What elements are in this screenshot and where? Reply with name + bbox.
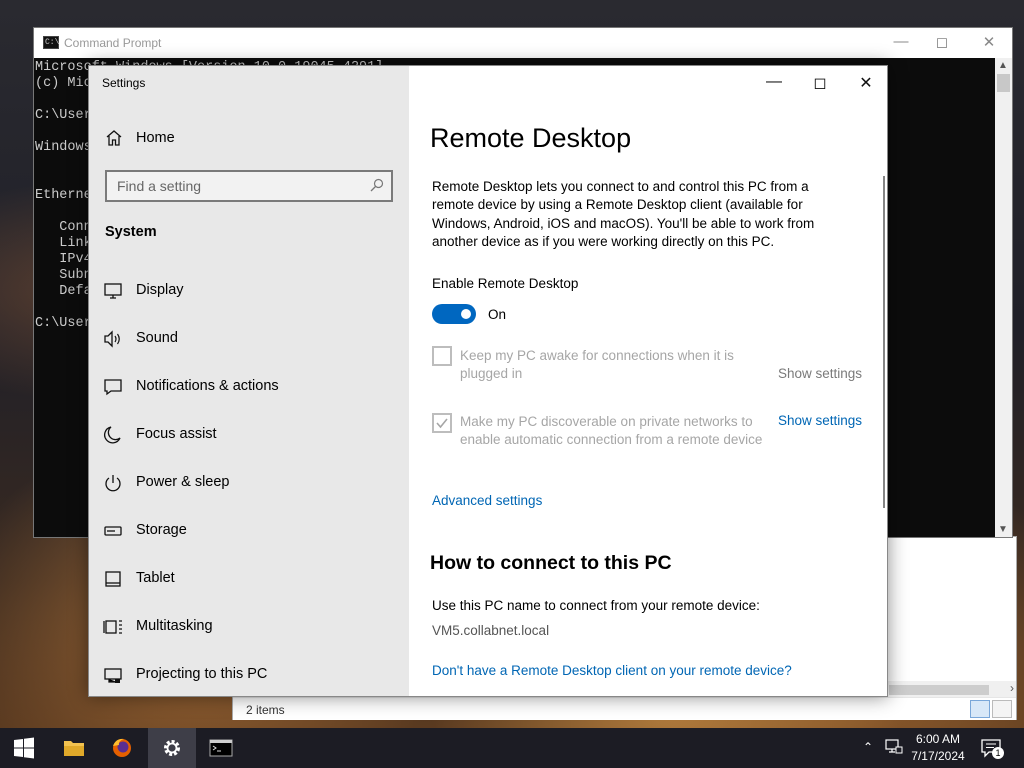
keep-awake-checkbox[interactable] xyxy=(432,346,452,366)
clock-time[interactable]: 6:00 AM xyxy=(900,732,976,746)
sidebar-item-projecting[interactable]: Projecting to this PC xyxy=(89,655,409,695)
minimize-icon[interactable]: — xyxy=(886,33,916,50)
sidebar-item-label: Focus assist xyxy=(136,426,217,442)
power-icon xyxy=(105,475,121,492)
clock-date[interactable]: 7/17/2024 xyxy=(900,749,976,763)
gear-icon xyxy=(164,740,180,756)
explorer-status-bar: 2 items xyxy=(233,697,1016,720)
start-button[interactable] xyxy=(0,728,48,768)
file-explorer-taskbar-button[interactable] xyxy=(50,728,98,768)
scroll-up-icon[interactable]: ▲ xyxy=(998,60,1008,71)
firefox-taskbar-button[interactable] xyxy=(98,728,146,768)
sidebar-item-power-sleep[interactable]: Power & sleep xyxy=(89,463,409,503)
pc-name-value: VM5.collabnet.local xyxy=(432,623,550,638)
toggle-state: On xyxy=(488,307,507,322)
folder-icon xyxy=(64,741,84,756)
sidebar-item-label: Notifications & actions xyxy=(136,378,279,394)
maximize-icon[interactable]: ◻ xyxy=(800,73,840,93)
settings-sidebar: Settings Home System Display Sound Notif… xyxy=(89,66,409,696)
multitasking-icon xyxy=(103,620,122,634)
sidebar-item-label: Storage xyxy=(136,522,187,538)
notification-badge: 1 xyxy=(992,747,1004,759)
scroll-right-icon[interactable]: › xyxy=(1010,681,1014,695)
details-view-icon[interactable] xyxy=(970,700,990,718)
sidebar-item-notifications[interactable]: Notifications & actions xyxy=(89,367,409,407)
cmd-titlebar[interactable]: C:\ Command Prompt — ◻ ✕ xyxy=(34,28,1012,58)
settings-window[interactable]: Settings Home System Display Sound Notif… xyxy=(88,65,888,697)
sidebar-item-label: Sound xyxy=(136,330,178,346)
notification-icon xyxy=(104,379,122,396)
firefox-icon xyxy=(113,738,131,757)
close-icon[interactable]: ✕ xyxy=(846,73,886,93)
settings-taskbar-button[interactable] xyxy=(148,728,196,768)
maximize-icon[interactable]: ◻ xyxy=(927,33,957,51)
sidebar-item-tablet[interactable]: Tablet xyxy=(89,559,409,599)
sidebar-item-sound[interactable]: Sound xyxy=(89,319,409,359)
sidebar-item-label: Multitasking xyxy=(136,618,213,634)
terminal-icon xyxy=(209,739,233,757)
close-icon[interactable]: ✕ xyxy=(974,33,1004,51)
home-icon xyxy=(106,130,122,146)
explorer-scroll-thumb[interactable] xyxy=(889,685,989,695)
sidebar-item-label: Power & sleep xyxy=(136,474,230,490)
show-hidden-icons-chevron[interactable]: ⌃ xyxy=(863,740,873,754)
search-input[interactable] xyxy=(107,172,367,200)
speaker-icon xyxy=(104,330,120,348)
sidebar-item-display[interactable]: Display xyxy=(89,271,409,311)
sidebar-item-label: Tablet xyxy=(136,570,175,586)
page-description: Remote Desktop lets you connect to and c… xyxy=(432,179,815,249)
taskbar: ⌃ 6:00 AM 7/17/2024 1 xyxy=(0,728,1024,768)
pc-name-label: Use this PC name to connect from your re… xyxy=(432,598,760,613)
storage-icon xyxy=(104,526,122,536)
cmd-app-icon: C:\ xyxy=(43,36,60,49)
sidebar-item-storage[interactable]: Storage xyxy=(89,511,409,551)
sidebar-item-label: Display xyxy=(136,282,184,298)
cmd-scroll-thumb[interactable] xyxy=(997,74,1010,92)
scroll-down-icon[interactable]: ▼ xyxy=(998,524,1008,535)
page-title: Remote Desktop xyxy=(430,123,632,153)
moon-icon xyxy=(104,426,121,444)
sidebar-item-focus-assist[interactable]: Focus assist xyxy=(89,415,409,455)
section-heading: How to connect to this PC xyxy=(430,552,672,574)
keep-awake-label: Keep my PC awake for connections when it… xyxy=(460,348,734,382)
sidebar-item-label: Projecting to this PC xyxy=(136,666,268,682)
settings-content: — ◻ ✕ Remote Desktop Remote Desktop lets… xyxy=(409,66,887,696)
section-heading: System xyxy=(105,224,157,240)
toggle-knob xyxy=(461,309,471,319)
projecting-icon xyxy=(104,668,122,683)
command-prompt-taskbar-button[interactable] xyxy=(197,728,245,768)
sidebar-item-label: Home xyxy=(136,130,175,146)
toggle-label: Enable Remote Desktop xyxy=(432,276,579,291)
search-icon[interactable] xyxy=(370,178,384,192)
cmd-window-title: Command Prompt xyxy=(64,36,162,50)
cmd-scrollbar[interactable]: ▲ ▼ xyxy=(995,58,1012,537)
content-scrollbar[interactable] xyxy=(883,176,885,508)
windows-logo-icon xyxy=(14,737,34,759)
monitor-icon xyxy=(104,283,122,299)
get-client-link[interactable]: Don't have a Remote Desktop client on yo… xyxy=(432,663,792,678)
item-count: 2 items xyxy=(246,703,285,717)
discoverable-show-settings-link[interactable]: Show settings xyxy=(778,413,862,428)
advanced-settings-link[interactable]: Advanced settings xyxy=(432,493,542,508)
keep-awake-show-settings-link[interactable]: Show settings xyxy=(778,366,862,381)
settings-window-title: Settings xyxy=(102,76,146,90)
checkmark-icon xyxy=(436,418,448,429)
tablet-icon xyxy=(105,571,121,587)
discoverable-label: Make my PC discoverable on private netwo… xyxy=(460,414,763,448)
sidebar-item-multitasking[interactable]: Multitasking xyxy=(89,607,409,647)
discoverable-checkbox[interactable] xyxy=(432,413,452,433)
enable-remote-desktop-toggle[interactable] xyxy=(432,304,476,324)
minimize-icon[interactable]: — xyxy=(754,73,794,93)
search-box[interactable] xyxy=(105,170,393,202)
large-icons-view-icon[interactable] xyxy=(992,700,1012,718)
